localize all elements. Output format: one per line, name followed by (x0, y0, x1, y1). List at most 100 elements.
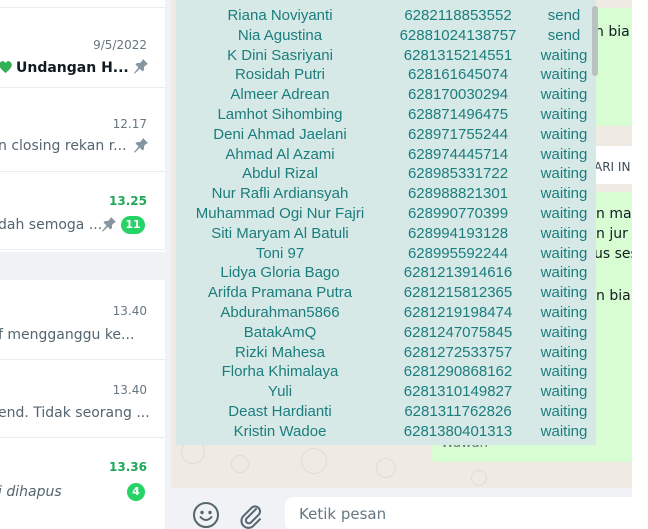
bubble-text: n bia (596, 288, 631, 304)
contact-phone: 6281315214551 (403, 46, 513, 64)
emoji-icon[interactable] (191, 500, 221, 529)
contact-row: Kristin Wadoe 6281380401313 waiting (176, 422, 596, 442)
chat-time: 13.40 (112, 304, 147, 318)
contact-status: waiting (540, 402, 588, 420)
contact-name: Yuli (267, 383, 293, 401)
contact-name: Deast Hardianti (228, 402, 332, 420)
unread-badge: 4 (127, 483, 145, 501)
contact-status: send (547, 7, 581, 24)
contact-phone: 628161645074 (407, 66, 509, 84)
contact-name: Florha Khimalaya (221, 363, 339, 381)
contact-status: send (547, 26, 581, 44)
chat-item[interactable]: 13.25 dah semoga ... 11 (0, 172, 165, 250)
pin-icon (133, 59, 148, 74)
contact-row: Lidya Gloria Bago 6281213914616 waiting (176, 263, 596, 283)
chat-name: Undangan H... (0, 60, 129, 76)
contact-row: Nur Rafli Ardiansyah 628988821301 waiting (176, 184, 596, 204)
bubble-text: n ma (596, 206, 632, 222)
chat-item[interactable]: 13.40 f mengganggu ke... (0, 280, 165, 360)
contact-row: K Dini Sasriyani 6281315214551 waiting (176, 46, 596, 66)
chat-list-section-gap (0, 252, 165, 280)
contact-phone: 628974445714 (407, 145, 509, 163)
contact-phone: 6281290868162 (403, 363, 513, 381)
contact-status: waiting (540, 303, 588, 321)
contact-status: waiting (540, 86, 588, 104)
contact-name: Muhammad Ogi Nur Fajri (195, 204, 365, 222)
contact-status: waiting (540, 264, 588, 282)
contact-phone: 628170030294 (407, 86, 509, 104)
contact-name: Riana Noviyanti (227, 7, 333, 24)
contact-status: waiting (540, 165, 588, 183)
contact-row: Ahmad Al Azami 628974445714 waiting (176, 145, 596, 165)
contact-row: Nia Agustina 62881024138757 send (176, 26, 596, 46)
chat-list: 9/5/2022 Undangan H... 12.17 n closing r… (0, 0, 165, 529)
contact-name: Abdurahman5866 (220, 303, 340, 321)
contact-name: Nur Rafli Ardiansyah (211, 185, 349, 203)
contact-name: Almeer Adrean (230, 86, 330, 104)
contact-name: Deni Ahmad Jaelani (213, 125, 347, 143)
contact-phone: 6281219198474 (403, 303, 513, 321)
contact-phone: 6282118853552 (404, 7, 512, 24)
contact-phone: 628990770399 (407, 204, 509, 222)
chat-preview: i dihapus (0, 484, 62, 500)
contact-status: waiting (540, 363, 588, 381)
contact-name: K Dini Sasriyani (227, 46, 333, 64)
contact-phone: 6281310149827 (403, 383, 513, 401)
contact-row: Abdurahman5866 6281219198474 waiting (176, 303, 596, 323)
contact-row: BatakAmQ 6281247075845 waiting (176, 323, 596, 343)
contact-phone: 628871496475 (407, 105, 509, 123)
contact-status: waiting (540, 422, 588, 440)
contact-status: waiting (540, 343, 588, 361)
wallpaper-doodle (471, 470, 487, 486)
contact-row: Deast Hardianti 6281311762826 waiting (176, 402, 596, 422)
chat-time: 13.36 (109, 460, 147, 474)
contact-name: Rizki Mahesa (234, 343, 326, 361)
contact-status: waiting (540, 204, 588, 222)
contact-row: Yuli 6281310149827 waiting (176, 382, 596, 402)
wallpaper-doodle (376, 458, 396, 478)
message-input[interactable] (285, 497, 648, 529)
chat-item[interactable]: 9/5/2022 Undangan H... (0, 20, 165, 88)
wallpaper-doodle (301, 448, 327, 474)
contact-phone: 628988821301 (407, 185, 509, 203)
contact-name: Lamhot Sihombing (217, 105, 343, 123)
wallpaper-doodle (231, 455, 249, 473)
chat-item[interactable]: 12.17 n closing rekan r... (0, 98, 165, 172)
table-scrollbar[interactable] (592, 6, 598, 76)
window-edge (632, 0, 648, 529)
contact-row: Rosidah Putri 628161645074 waiting (176, 65, 596, 85)
chat-item[interactable]: 13.40 end. Tidak seorang ... (0, 360, 165, 438)
contact-phone: 6281247075845 (403, 323, 513, 341)
contact-name: Lidya Gloria Bago (220, 264, 340, 282)
contact-status: waiting (540, 323, 588, 341)
contact-phone: 6281272533757 (403, 343, 513, 361)
contact-phone: 628971755244 (407, 125, 509, 143)
chat-preview: f mengganggu ke... (0, 327, 135, 343)
message-composer (171, 488, 648, 529)
contact-row: Arifda Pramana Putra 6281215812365 waiting (176, 283, 596, 303)
chat-preview: dah semoga ... (0, 217, 103, 233)
chat-list-top-edge (0, 0, 165, 8)
contact-row: Riana Noviyanti 6282118853552 send (176, 6, 596, 26)
contact-phone: 6281380401313 (403, 422, 513, 440)
contact-name: Abdul Rizal (242, 165, 318, 183)
contact-name: Kristin Wadoe (233, 422, 327, 440)
bubble-text: n bia (595, 24, 630, 40)
contact-status: waiting (540, 145, 588, 163)
contact-name: Rosidah Putri (234, 66, 326, 84)
green-heart-icon (0, 61, 12, 74)
contact-status: waiting (540, 185, 588, 203)
paperclip-icon[interactable] (237, 502, 265, 529)
contact-phone: 6281213914616 (403, 264, 513, 282)
contact-name: Nia Agustina (237, 26, 323, 44)
contact-name: Siti Maryam Al Batuli (211, 224, 349, 242)
contact-status: waiting (540, 383, 588, 401)
contact-row: Siti Maryam Al Batuli 628994193128 waiting (176, 224, 596, 244)
contact-status: waiting (540, 105, 588, 123)
pin-icon (133, 138, 148, 153)
contact-table: Riana Noviyanti 6282118853552 send Nia Agus… (176, 6, 596, 442)
contact-row: Toni 97 628995592244 waiting (176, 244, 596, 264)
chat-item[interactable]: 13.36 i dihapus 4 (0, 438, 165, 529)
contact-row: Deni Ahmad Jaelani 628971755244 waiting (176, 125, 596, 145)
contact-status: waiting (540, 284, 588, 302)
